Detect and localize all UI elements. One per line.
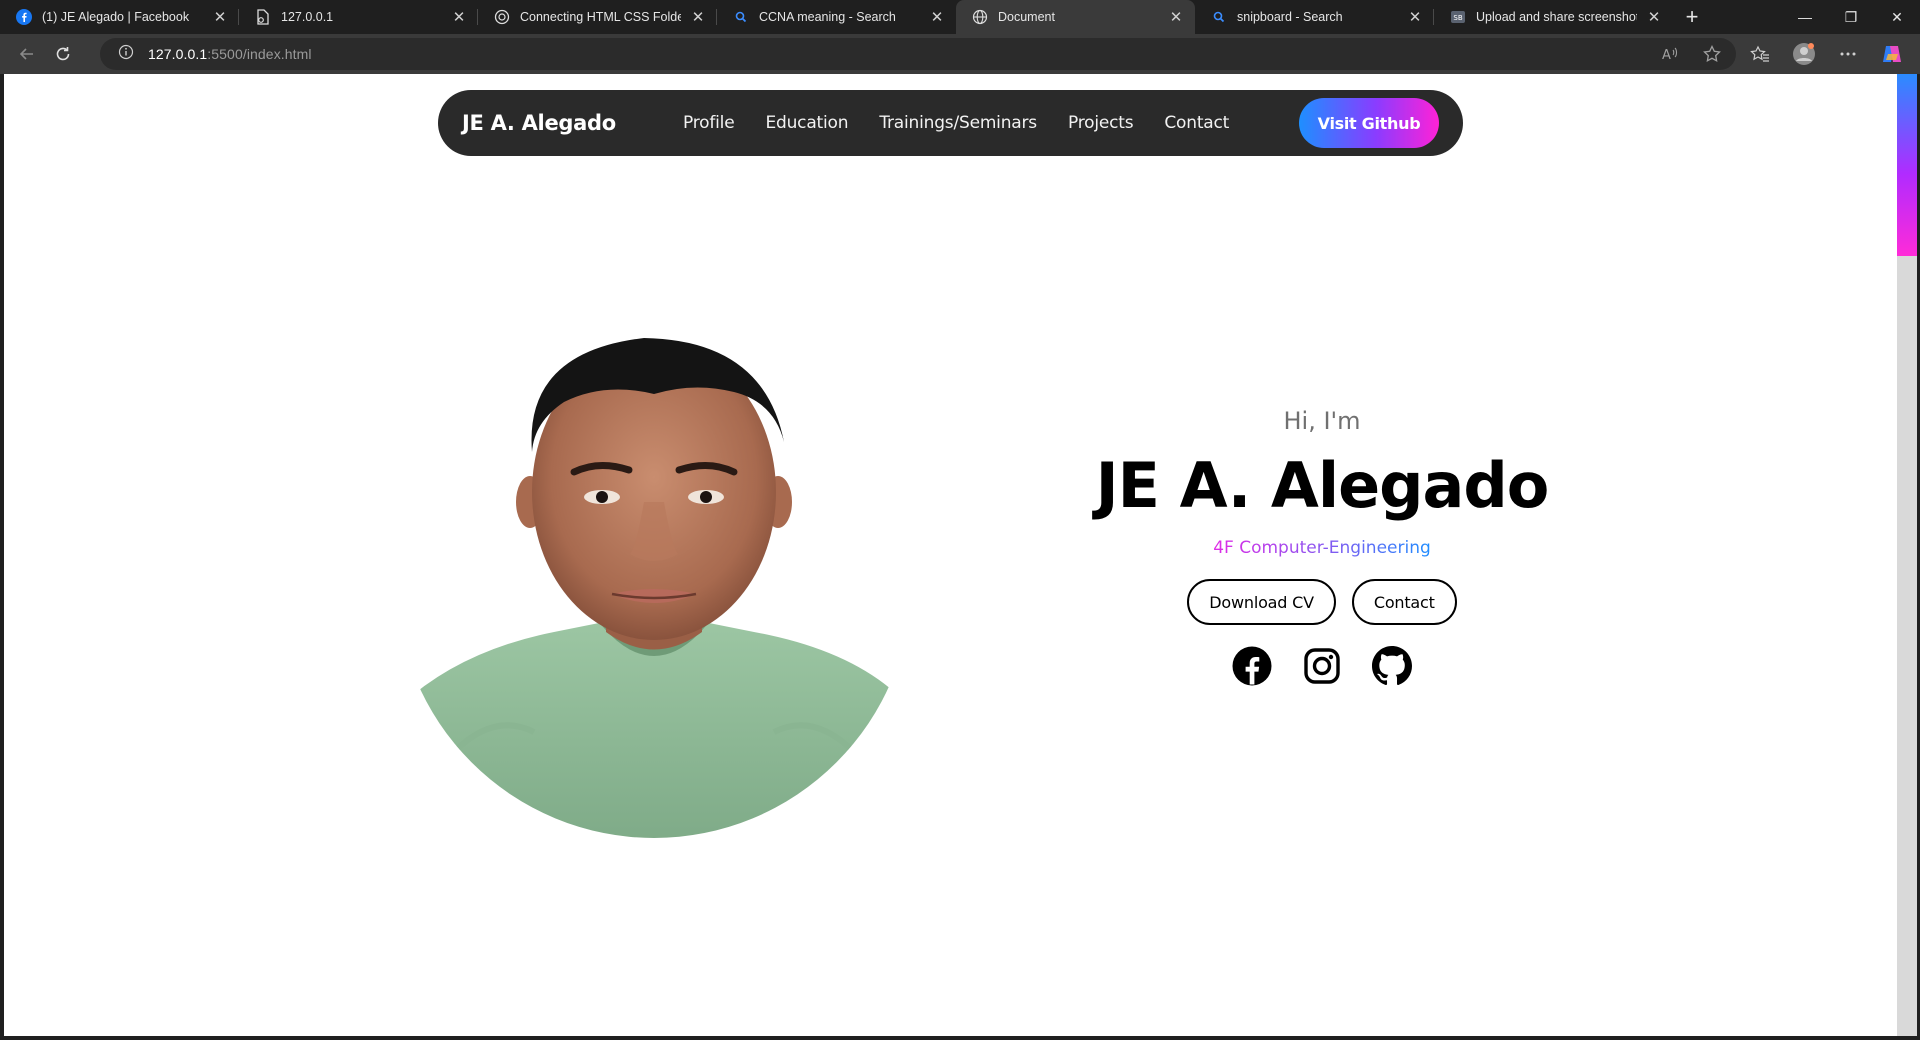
favorite-star-icon[interactable] xyxy=(1702,44,1722,69)
nav-link-trainings[interactable]: Trainings/Seminars xyxy=(879,113,1037,133)
tab-title: Upload and share screenshots an xyxy=(1476,10,1637,24)
social-links xyxy=(1072,644,1572,688)
hero-intro: Hi, I'm JE A. Alegado 4F Computer-Engine… xyxy=(1072,404,1572,688)
nav-links: Profile Education Trainings/Seminars Pro… xyxy=(683,90,1260,156)
tab-facebook[interactable]: (1) JE Alegado | Facebook ✕ xyxy=(0,0,239,34)
tab-title: CCNA meaning - Search xyxy=(759,10,896,24)
minimize-icon[interactable]: — xyxy=(1782,0,1828,34)
more-menu-icon[interactable] xyxy=(1832,38,1864,70)
page-viewport: JE A. Alegado Profile Education Training… xyxy=(4,74,1897,1036)
tab-title: (1) JE Alegado | Facebook xyxy=(42,10,190,24)
close-tab-icon[interactable]: ✕ xyxy=(450,8,468,26)
tab-title: 127.0.0.1 xyxy=(281,10,334,24)
file-icon xyxy=(255,9,271,25)
tab-document[interactable]: Document ✕ xyxy=(956,0,1195,34)
copilot-icon[interactable] xyxy=(1876,38,1908,70)
instagram-icon[interactable] xyxy=(1300,644,1344,688)
tab-title: Connecting HTML CSS Folders xyxy=(520,10,681,24)
site-brand[interactable]: JE A. Alegado xyxy=(462,90,616,156)
tab-ccna-search[interactable]: CCNA meaning - Search ✕ xyxy=(717,0,956,34)
hero-greeting: Hi, I'm xyxy=(1283,407,1361,435)
page-scrollbar[interactable] xyxy=(1897,74,1917,1036)
svg-text:SB: SB xyxy=(1453,14,1462,22)
tab-snipboard[interactable]: SB Upload and share screenshots an ✕ xyxy=(1434,0,1673,34)
nav-link-contact[interactable]: Contact xyxy=(1164,113,1229,133)
tab-snipboard-search[interactable]: snipboard - Search ✕ xyxy=(1195,0,1434,34)
close-tab-icon[interactable]: ✕ xyxy=(1645,8,1663,26)
address-bar[interactable]: 127.0.0.1:5500/index.html A xyxy=(100,38,1736,70)
nav-link-education[interactable]: Education xyxy=(765,113,848,133)
back-button[interactable] xyxy=(9,38,45,70)
github-icon[interactable] xyxy=(1370,644,1414,688)
openai-icon xyxy=(494,9,510,25)
close-tab-icon[interactable]: ✕ xyxy=(211,8,229,26)
nav-link-profile[interactable]: Profile xyxy=(683,113,735,133)
reload-icon xyxy=(56,47,70,61)
visit-github-button[interactable]: Visit Github xyxy=(1299,98,1439,148)
tab-title: Document xyxy=(998,10,1055,24)
site-info-icon[interactable] xyxy=(118,44,134,65)
window-controls: — ❐ ✕ xyxy=(1782,0,1920,34)
restore-icon[interactable]: ❐ xyxy=(1828,0,1874,34)
browser-toolbar: 127.0.0.1:5500/index.html A xyxy=(0,34,1920,74)
tab-title: snipboard - Search xyxy=(1237,10,1343,24)
nav-link-projects[interactable]: Projects xyxy=(1068,113,1134,133)
new-tab-button[interactable]: + xyxy=(1673,0,1711,34)
globe-icon xyxy=(972,9,988,25)
scrollbar-thumb[interactable] xyxy=(1897,74,1917,256)
close-tab-icon[interactable]: ✕ xyxy=(928,8,946,26)
facebook-icon xyxy=(16,9,32,25)
url-path: :5500/index.html xyxy=(207,46,312,62)
contact-button[interactable]: Contact xyxy=(1351,579,1457,625)
close-window-icon[interactable]: ✕ xyxy=(1874,0,1920,34)
back-arrow-icon xyxy=(19,48,33,60)
url-host: 127.0.0.1 xyxy=(148,46,208,62)
profile-avatar[interactable] xyxy=(1788,38,1820,70)
facebook-icon[interactable] xyxy=(1230,644,1274,688)
tab-strip: (1) JE Alegado | Facebook ✕ 127.0.0.1 ✕ … xyxy=(0,0,1920,34)
close-tab-icon[interactable]: ✕ xyxy=(689,8,707,26)
snipboard-icon: SB xyxy=(1450,9,1466,25)
profile-photo xyxy=(394,332,914,840)
svg-text:A: A xyxy=(1662,48,1671,63)
hero-buttons: Download CV Contact xyxy=(1072,579,1572,625)
search-icon xyxy=(733,9,749,25)
close-tab-icon[interactable]: ✕ xyxy=(1167,8,1185,26)
close-tab-icon[interactable]: ✕ xyxy=(1406,8,1424,26)
hero-role: 4F Computer-Engineering xyxy=(1213,535,1431,561)
url-text: 127.0.0.1:5500/index.html xyxy=(148,46,312,62)
download-cv-button[interactable]: Download CV xyxy=(1187,579,1336,625)
tab-chatgpt[interactable]: Connecting HTML CSS Folders ✕ xyxy=(478,0,717,34)
favorites-icon[interactable] xyxy=(1744,38,1776,70)
read-aloud-icon[interactable]: A xyxy=(1660,44,1680,69)
reload-button[interactable] xyxy=(45,38,81,70)
search-icon xyxy=(1211,9,1227,25)
tab-localhost[interactable]: 127.0.0.1 ✕ xyxy=(239,0,478,34)
hero-name: JE A. Alegado xyxy=(1095,449,1550,522)
site-navbar: JE A. Alegado Profile Education Training… xyxy=(438,90,1463,156)
